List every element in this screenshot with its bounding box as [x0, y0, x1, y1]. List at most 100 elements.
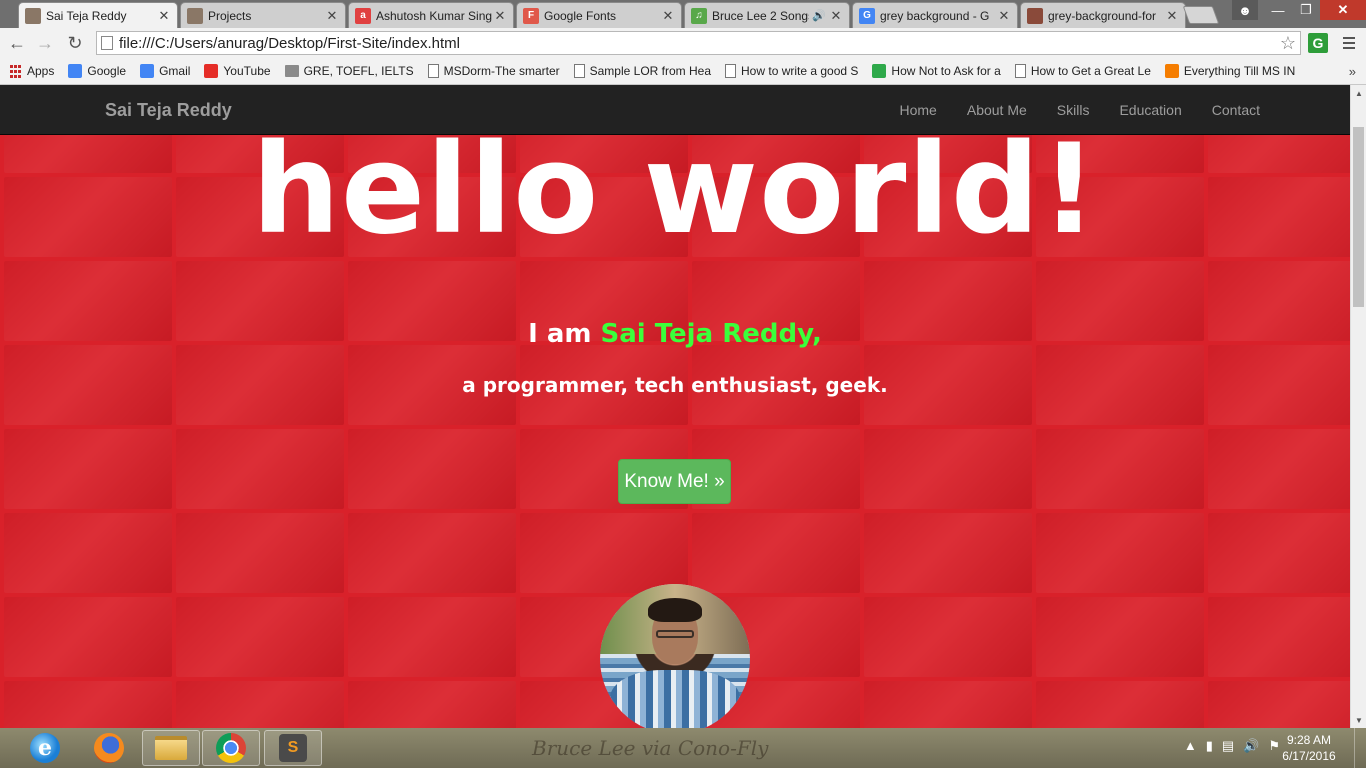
battery-icon[interactable]: ▮ [1206, 738, 1213, 754]
address-bar[interactable]: file:///C:/Users/anurag/Desktop/First-Si… [96, 31, 1301, 55]
bookmark-label: How Not to Ask for a [891, 64, 1001, 78]
browser-tab[interactable]: grey-background-for ✕ [1020, 2, 1186, 28]
background-tile [176, 681, 344, 728]
nav-home-link[interactable]: Home [900, 102, 937, 118]
know-me-button[interactable]: Know Me! » [618, 459, 731, 504]
background-tile [176, 513, 344, 593]
bookmark-star-icon[interactable]: ☆ [1280, 33, 1300, 54]
browser-tab[interactable]: Ggrey background - G ✕ [852, 2, 1018, 28]
tray-expand-icon[interactable]: ▲ [1184, 738, 1197, 754]
background-tile [1036, 429, 1204, 509]
maximize-button[interactable]: ❐ [1292, 0, 1320, 20]
background-tile [864, 513, 1032, 593]
background-tile [1208, 513, 1350, 593]
minimize-button[interactable]: — [1264, 0, 1292, 20]
nav-about-link[interactable]: About Me [967, 102, 1027, 118]
chrome-menu-icon[interactable] [1338, 33, 1360, 53]
bookmark-label: Sample LOR from Hea [589, 64, 712, 78]
scroll-down-arrow-icon[interactable]: ▼ [1351, 712, 1366, 728]
scrollbar-thumb[interactable] [1353, 127, 1364, 307]
apps-grid-icon [8, 64, 22, 78]
close-window-button[interactable]: ✕ [1320, 0, 1366, 20]
profile-icon[interactable]: ☻ [1232, 0, 1258, 20]
image-favicon-icon [1027, 7, 1043, 24]
background-tile [692, 513, 860, 593]
bookmarks-overflow-button[interactable]: » [1349, 64, 1356, 79]
internet-explorer-icon[interactable]: e [16, 730, 74, 766]
network-signal-icon[interactable]: ▤ [1222, 738, 1234, 754]
close-tab-icon[interactable]: ✕ [1165, 8, 1179, 24]
back-arrow-icon[interactable]: ← [6, 32, 28, 54]
tab-title: Sai Teja Reddy [46, 8, 127, 23]
system-clock[interactable]: 9:28 AM 6/17/2016 [1274, 732, 1344, 764]
bookmark-item[interactable]: YouTube [204, 64, 271, 78]
grammarly-extension-icon[interactable]: G [1308, 33, 1328, 53]
forward-arrow-icon[interactable]: → [34, 32, 56, 54]
browser-tab[interactable]: ♫ Bruce Lee 2 Songs 🔊 ✕ [684, 2, 850, 28]
firefox-icon[interactable] [80, 730, 138, 766]
browser-tab[interactable]: F Google Fonts ✕ [516, 2, 682, 28]
browser-tab[interactable]: Projects ✕ [180, 2, 346, 28]
scroll-up-arrow-icon[interactable]: ▲ [1351, 85, 1366, 101]
tab-title: grey-background-for [1048, 8, 1157, 23]
bookmark-item[interactable]: GRE, TOEFL, IELTS [284, 64, 414, 78]
background-tile [1208, 597, 1350, 677]
background-tile [864, 597, 1032, 677]
bookmark-item[interactable]: Sample LOR from Hea [573, 64, 712, 78]
background-tile [1036, 681, 1204, 728]
bookmark-item[interactable]: How Not to Ask for a [872, 64, 1001, 78]
page-icon [427, 64, 439, 78]
bookmark-item[interactable]: Apps [8, 64, 54, 78]
windows-taskbar: Bruce Lee via Cono-Fly e S ▲ ▮ ▤ 🔊 ⚑ 9:2… [0, 728, 1366, 768]
background-tile [1208, 681, 1350, 728]
close-tab-icon[interactable]: ✕ [829, 8, 843, 24]
tab-title: Bruce Lee 2 Songs [712, 8, 810, 23]
browser-tab[interactable]: a Ashutosh Kumar Sing ✕ [348, 2, 514, 28]
close-tab-icon[interactable]: ✕ [997, 8, 1011, 24]
intro-name: Sai Teja Reddy, [600, 319, 822, 349]
close-tab-icon[interactable]: ✕ [157, 8, 171, 24]
browser-tab[interactable]: Sai Teja Reddy ✕ [18, 2, 178, 28]
intro-line: I am Sai Teja Reddy, [0, 319, 1350, 349]
sublime-text-icon[interactable]: S [264, 730, 322, 766]
background-tile [4, 513, 172, 593]
desktop-wallpaper-text: Bruce Lee via Cono-Fly [532, 736, 769, 760]
bookmark-item[interactable]: Google [68, 64, 126, 78]
site-navbar: Sai Teja Reddy Home About Me Skills Educ… [0, 85, 1350, 135]
background-tile [348, 681, 516, 728]
tab-audio-icon[interactable]: 🔊 [812, 9, 826, 22]
site-brand-link[interactable]: Sai Teja Reddy [105, 100, 232, 121]
photo-favicon-icon [25, 7, 41, 24]
nav-education-link[interactable]: Education [1119, 102, 1181, 118]
background-tile [520, 513, 688, 593]
google-g-icon: G [859, 7, 875, 24]
page-icon [725, 64, 737, 78]
page-scrollbar[interactable]: ▲ ▼ [1350, 85, 1366, 728]
bookmark-item[interactable]: Everything Till MS IN [1164, 64, 1295, 78]
bookmark-label: How to write a good S [741, 64, 859, 78]
volume-icon[interactable]: 🔊 [1243, 738, 1259, 754]
background-tile [348, 513, 516, 593]
close-tab-icon[interactable]: ✕ [325, 8, 339, 24]
google-g-icon [68, 64, 83, 78]
bookmark-item[interactable]: MSDorm-The smarter [427, 64, 560, 78]
folder-icon [284, 65, 299, 77]
url-text[interactable]: file:///C:/Users/anurag/Desktop/First-Si… [119, 35, 1280, 52]
new-tab-button[interactable] [1182, 6, 1220, 24]
close-tab-icon[interactable]: ✕ [661, 8, 675, 24]
link-icon [872, 64, 887, 78]
close-tab-icon[interactable]: ✕ [493, 8, 507, 24]
bookmark-item[interactable]: Gmail [140, 64, 190, 78]
bookmark-label: Google [87, 64, 127, 78]
show-desktop-button[interactable] [1354, 728, 1366, 768]
background-tile [4, 597, 172, 677]
file-explorer-icon[interactable] [142, 730, 200, 766]
profile-photo [600, 584, 750, 728]
youtube-icon [204, 64, 219, 78]
bookmark-item[interactable]: How to Get a Great Le [1014, 64, 1151, 78]
nav-contact-link[interactable]: Contact [1212, 102, 1260, 118]
bookmark-item[interactable]: How to write a good S [725, 64, 858, 78]
chrome-icon[interactable] [202, 730, 260, 766]
nav-skills-link[interactable]: Skills [1057, 102, 1090, 118]
reload-icon[interactable]: ↻ [64, 32, 86, 54]
